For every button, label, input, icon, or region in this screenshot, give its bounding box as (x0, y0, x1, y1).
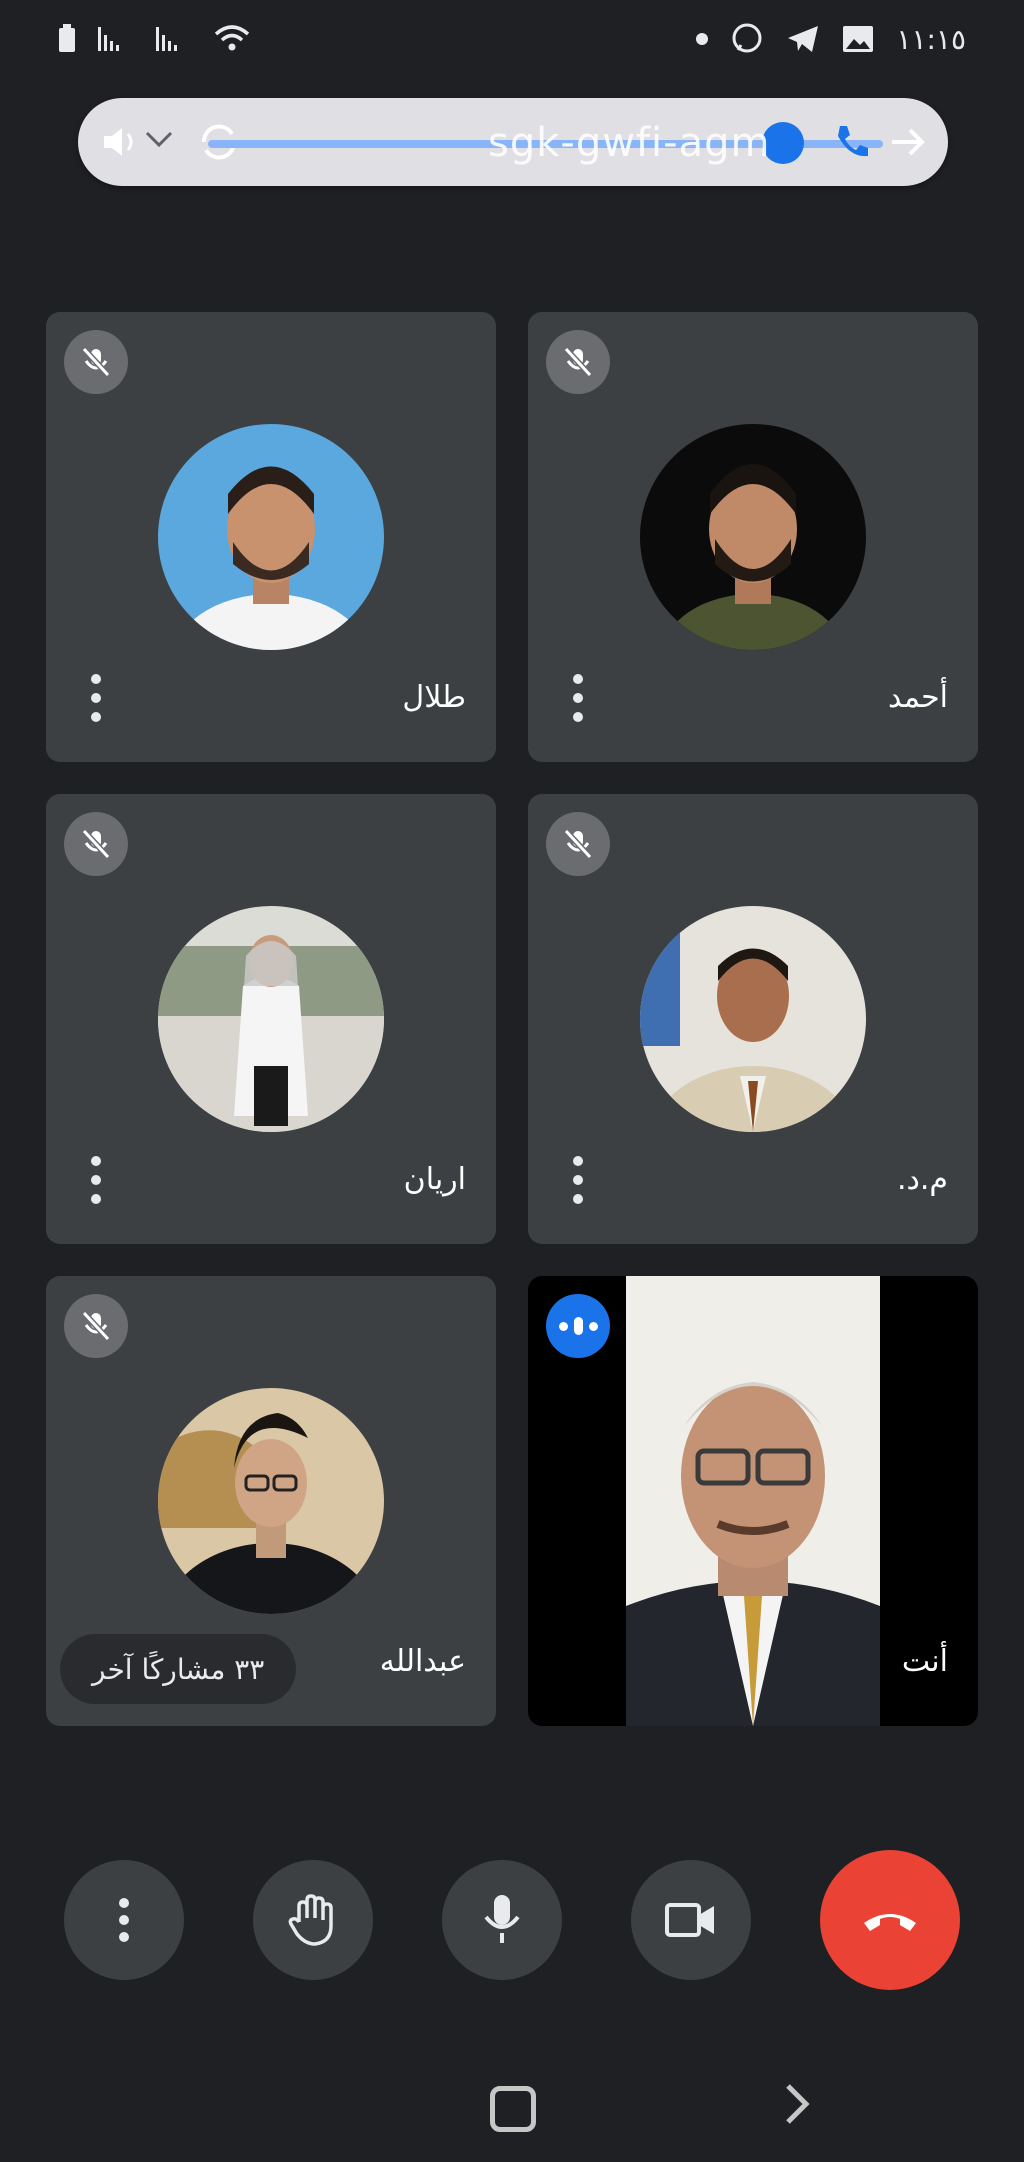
self-camera-preview (626, 1276, 880, 1726)
back-chevron-icon[interactable] (782, 2082, 812, 2126)
viber-icon (732, 23, 762, 53)
more-options-button[interactable] (64, 1860, 184, 1980)
telegram-icon (788, 26, 819, 52)
mic-off-icon (546, 330, 610, 394)
arrow-right-icon[interactable] (886, 120, 930, 164)
more-options-button[interactable] (88, 1156, 104, 1204)
mic-icon (484, 1895, 520, 1943)
participant-name: أنت (901, 1644, 948, 1679)
speaker-icon[interactable] (98, 120, 142, 164)
other-participants-chip[interactable]: ٣٣ مشاركًا آخر (60, 1634, 297, 1704)
battery-icon (59, 24, 75, 52)
phone-icon[interactable] (830, 120, 874, 164)
chevron-down-icon[interactable] (144, 128, 174, 152)
home-icon[interactable] (490, 2086, 536, 2132)
notification-dot-icon (696, 33, 709, 45)
participant-name: عبدالله (379, 1644, 466, 1679)
videocam-icon (665, 1903, 714, 1937)
speaking-indicator-icon (546, 1294, 610, 1358)
participant-tile-md[interactable]: م.د. (528, 794, 978, 1244)
participant-tile-aryan[interactable]: اريان (46, 794, 496, 1244)
participant-tile-ahmed[interactable]: أحمد (528, 312, 978, 762)
mic-off-icon (546, 812, 610, 876)
participant-name: اريان (403, 1162, 466, 1197)
signal-icon (98, 27, 119, 51)
wifi-icon (214, 25, 250, 51)
participant-tile-abdullah[interactable]: عبدالله ٣٣ مشاركًا آخر (46, 1276, 496, 1726)
system-nav-bar (0, 2060, 1024, 2160)
more-options-button[interactable] (570, 674, 586, 722)
participant-name: أحمد (888, 680, 948, 715)
avatar (158, 1388, 384, 1614)
gallery-icon (843, 26, 874, 52)
raise-hand-button[interactable] (253, 1860, 373, 1980)
more-vert-icon (119, 1898, 129, 1942)
signal-icon-2 (156, 27, 177, 51)
meeting-code: sgk-gwfi-agm (488, 120, 771, 166)
mic-off-icon (64, 812, 128, 876)
mic-off-icon (64, 330, 128, 394)
avatar (158, 906, 384, 1132)
microphone-button[interactable] (442, 1860, 562, 1980)
raise-hand-icon (288, 1894, 333, 1946)
avatar (158, 424, 384, 650)
clock: ١١:١٥ (896, 22, 966, 56)
call-controls (0, 1850, 1024, 2000)
participant-name: طلال (402, 680, 466, 715)
call-end-icon (864, 1914, 916, 1931)
participant-tile-talal[interactable]: طلال (46, 312, 496, 762)
status-bar: ١١:١٥ (0, 0, 1024, 80)
camera-button[interactable] (631, 1860, 751, 1980)
participant-name: م.د. (896, 1162, 948, 1197)
meeting-top-bar: sgk-gwfi-agm (78, 98, 948, 186)
mic-off-icon (64, 1294, 128, 1358)
self-video-tile[interactable]: أنت (528, 1276, 978, 1726)
avatar (640, 906, 866, 1132)
more-options-button[interactable] (88, 674, 104, 722)
end-call-button[interactable] (820, 1850, 960, 1990)
more-options-button[interactable] (570, 1156, 586, 1204)
avatar (640, 424, 866, 650)
